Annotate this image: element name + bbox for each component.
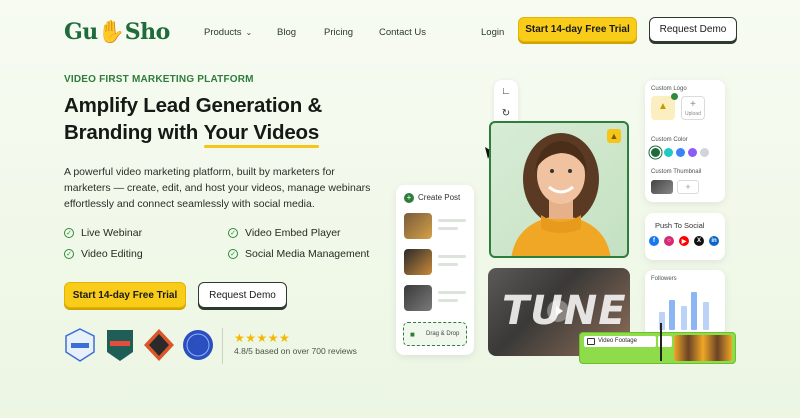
drag-drop-label: Drag & Drop (426, 331, 460, 337)
video-footage-label: Video Footage (598, 338, 637, 344)
upload-button[interactable]: + Upload (681, 96, 705, 120)
logo-preview: ▲ (651, 93, 678, 120)
hero-trial-button[interactable]: Start 14-day Free Trial (64, 282, 186, 308)
feature-item: ✓ Video Editing (64, 248, 143, 260)
hero-description: A powerful video marketing platform, bui… (64, 166, 371, 210)
thumbs-up-icon: ▲ (607, 129, 621, 143)
thumbnail-preview (651, 180, 673, 194)
custom-thumbnail-label: Custom Thumbnail (651, 169, 702, 175)
nav-pricing[interactable]: Pricing (324, 27, 353, 38)
folder-icon: ■ (410, 330, 415, 339)
feature-label: Social Media Management (245, 248, 370, 260)
logo-text-left: Gu (64, 19, 98, 45)
top-performer-badge-icon (107, 330, 133, 361)
rating-stars-icon: ★★★★★ (234, 331, 291, 345)
presenter-video[interactable]: ▲ (489, 121, 629, 258)
nav-trial-button[interactable]: Start 14-day Free Trial (518, 17, 637, 42)
clip-frames (674, 335, 732, 361)
hero-demo-button[interactable]: Request Demo (198, 282, 287, 308)
placeholder-line (438, 291, 466, 294)
award-badge-icon (65, 328, 95, 362)
play-icon (556, 306, 563, 316)
hero-title-line1: Amplify Lead Generation & (64, 94, 323, 117)
followers-label: Followers (651, 276, 677, 282)
custom-color-label: Custom Color (651, 137, 688, 143)
curve-icon[interactable]: ∟ (500, 86, 512, 98)
linkedin-icon[interactable]: in (709, 236, 719, 246)
feature-item: ✓ Live Webinar (64, 227, 142, 239)
post-thumbnail (404, 285, 432, 311)
nav-products[interactable]: Products ⌄ (204, 27, 252, 38)
instagram-icon[interactable]: ○ (664, 236, 674, 246)
youtube-icon[interactable]: ▶ (679, 236, 689, 246)
check-icon: ✓ (228, 228, 238, 238)
placeholder-line (438, 219, 466, 222)
presenter-image (511, 133, 611, 256)
divider (222, 328, 223, 364)
hero-title-line2: Branding with Your Videos (64, 121, 320, 148)
feature-label: Live Webinar (81, 227, 143, 239)
customization-card: Custom Logo ▲ + Upload Custom Color Cust… (645, 80, 725, 202)
color-swatch[interactable] (651, 148, 660, 157)
feature-label: Video Editing (81, 248, 143, 260)
add-thumbnail-button[interactable]: + (677, 180, 699, 194)
push-to-social-label: Push To Social (655, 221, 705, 230)
color-swatch[interactable] (688, 148, 697, 157)
play-button[interactable] (547, 300, 569, 322)
video-icon (587, 338, 595, 345)
placeholder-line (438, 299, 458, 302)
rating-text: 4.8/5 based on over 700 reviews (234, 346, 357, 356)
upload-label: Upload (685, 111, 701, 117)
followers-bar (669, 300, 675, 330)
color-swatch-add[interactable] (700, 148, 709, 157)
custom-logo-label: Custom Logo (651, 86, 687, 92)
video-footage-tag: Video Footage (584, 336, 656, 347)
chevron-down-icon: ⌄ (245, 28, 253, 37)
drag-drop-zone[interactable]: ■ Drag & Drop (403, 322, 467, 346)
leader-badge-icon (144, 329, 174, 361)
eyebrow-text: VIDEO FIRST MARKETING PLATFORM (64, 74, 254, 85)
check-icon: ✓ (64, 249, 74, 259)
create-post-card: + Create Post ■ Drag & Drop (396, 185, 474, 355)
video-timeline[interactable]: Video Footage (579, 323, 736, 364)
plus-icon: + (690, 99, 696, 110)
create-post-label: Create Post (418, 193, 461, 202)
feature-item: ✓ Social Media Management (228, 248, 369, 260)
placeholder-line (438, 255, 466, 258)
nav-login[interactable]: Login (481, 27, 504, 38)
color-swatch[interactable] (676, 148, 685, 157)
nav-demo-button[interactable]: Request Demo (649, 17, 737, 42)
followers-bar (691, 292, 697, 330)
post-thumbnail (404, 249, 432, 275)
quality-choice-badge-icon (183, 330, 213, 360)
top-nav: Gu✋Sho Products ⌄ Blog Pricing Contact Us… (0, 0, 800, 62)
check-icon: ✓ (228, 249, 238, 259)
selected-check-icon (671, 93, 678, 100)
nav-blog[interactable]: Blog (277, 27, 296, 38)
nav-products-label: Products (204, 27, 242, 38)
placeholder-line (438, 263, 458, 266)
feature-label: Video Embed Player (245, 227, 341, 239)
nav-contact[interactable]: Contact Us (379, 27, 426, 38)
plus-icon: + (404, 193, 414, 203)
facebook-icon[interactable]: f (649, 236, 659, 246)
check-icon: ✓ (64, 228, 74, 238)
post-thumbnail (404, 213, 432, 239)
color-swatch[interactable] (664, 148, 673, 157)
followers-card: Followers (645, 270, 725, 336)
x-icon[interactable]: X (694, 236, 704, 246)
feature-item: ✓ Video Embed Player (228, 227, 341, 239)
thumbs-up-icon: ▲ (658, 101, 668, 112)
hero-title-highlight: Your Videos (203, 121, 320, 148)
logo-text-right: Sho (124, 19, 171, 45)
followers-bar (681, 306, 687, 330)
followers-bar (703, 302, 709, 330)
logo[interactable]: Gu✋Sho (64, 19, 170, 45)
playhead[interactable] (660, 323, 662, 361)
hero-title-prefix: Branding with (64, 121, 204, 144)
logo-hand-icon: ✋ (97, 19, 125, 45)
placeholder-line (438, 227, 458, 230)
rotate-icon[interactable]: ↻ (500, 108, 512, 120)
